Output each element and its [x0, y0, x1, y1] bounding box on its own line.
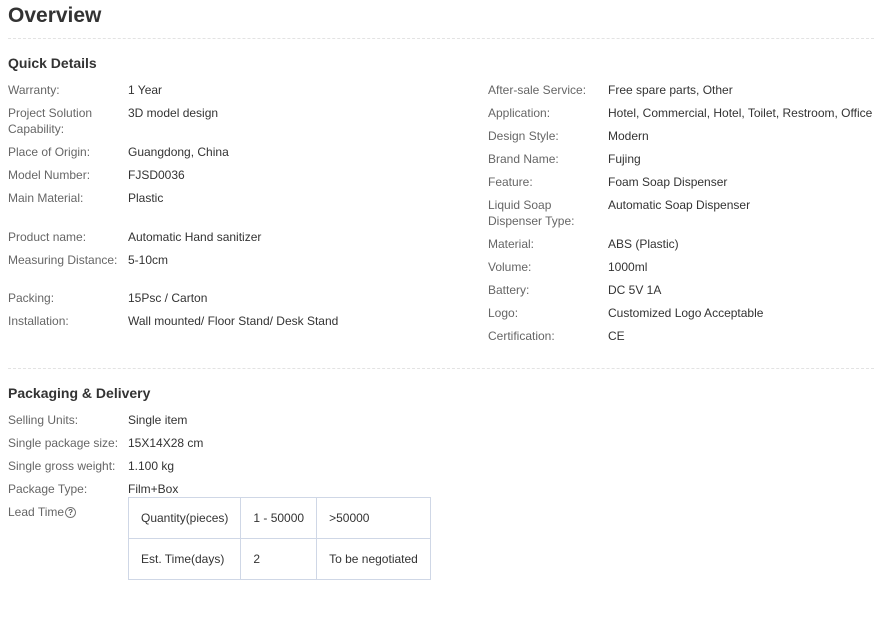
packaging-row-lead-time: Lead Time? Quantity(pieces) 1 - 50000 >5…	[8, 497, 448, 587]
packaging-value: Film+Box	[128, 482, 179, 496]
detail-value: FJSD0036	[128, 168, 185, 182]
detail-label: Project Solution Capability:	[8, 106, 93, 136]
detail-label: After-sale Service:	[488, 83, 587, 97]
detail-value: 3D model design	[128, 106, 219, 120]
detail-row-certification: Certification: CE	[488, 328, 876, 351]
packaging-row-gross-weight: Single gross weight: 1.100 kg	[8, 458, 448, 481]
detail-label: Packing:	[8, 291, 55, 305]
page-title: Overview	[8, 4, 102, 27]
table-cell: Est. Time(days)	[127, 538, 242, 580]
detail-label: Installation:	[8, 314, 69, 328]
quick-details-right-column: After-sale Service: Free spare parts, Ot…	[488, 82, 876, 351]
detail-label: Design Style:	[488, 129, 559, 143]
detail-label: Main Material:	[8, 191, 84, 205]
detail-row-application: Application: Hotel, Commercial, Hotel, T…	[488, 105, 876, 128]
packaging-title: Packaging & Delivery	[8, 385, 151, 401]
packaging-value: 15X14X28 cm	[128, 436, 204, 450]
table-cell: >50000	[316, 497, 431, 539]
table-cell: 1 - 50000	[240, 497, 318, 539]
detail-value: Foam Soap Dispenser	[608, 175, 728, 189]
packaging-value: 1.100 kg	[128, 459, 175, 473]
table-row: Est. Time(days) 2 To be negotiated	[127, 538, 431, 580]
packaging-label: Single gross weight:	[8, 459, 116, 473]
table-row: Quantity(pieces) 1 - 50000 >50000	[127, 497, 431, 539]
detail-value: 5-10cm	[128, 253, 169, 267]
detail-value: Guangdong, China	[128, 145, 229, 159]
detail-value: 1000ml	[608, 260, 648, 274]
detail-label: Material:	[488, 237, 535, 251]
lead-time-label: Lead Time	[8, 505, 65, 519]
detail-value: Wall mounted/ Floor Stand/ Desk Stand	[128, 314, 339, 328]
detail-value: DC 5V 1A	[608, 283, 662, 297]
detail-row-main-material: Main Material: Plastic	[8, 190, 398, 229]
detail-value: Free spare parts, Other	[608, 83, 733, 97]
question-circle-icon[interactable]: ?	[65, 507, 77, 519]
detail-value: CE	[608, 329, 625, 343]
detail-row-project-solution: Project Solution Capability: 3D model de…	[8, 105, 398, 144]
table-cell: To be negotiated	[316, 538, 431, 580]
detail-row-material: Material: ABS (Plastic)	[488, 236, 876, 259]
detail-row-liquid-soap-type: Liquid Soap Dispenser Type: Automatic So…	[488, 197, 876, 236]
detail-label: Application:	[488, 106, 551, 120]
detail-label: Place of Origin:	[8, 145, 91, 159]
detail-row-battery: Battery: DC 5V 1A	[488, 282, 876, 305]
packaging-value: Single item	[128, 413, 188, 427]
detail-value: Automatic Hand sanitizer	[128, 230, 262, 244]
packaging-column: Selling Units: Single item Single packag…	[8, 412, 448, 587]
detail-label: Product name:	[8, 230, 87, 244]
detail-value: Automatic Soap Dispenser	[608, 198, 751, 212]
packaging-label: Single package size:	[8, 436, 119, 450]
detail-label: Measuring Distance:	[8, 253, 118, 267]
detail-label: Volume:	[488, 260, 532, 274]
detail-row-feature: Feature: Foam Soap Dispenser	[488, 174, 876, 197]
detail-row-volume: Volume: 1000ml	[488, 259, 876, 282]
detail-value: 15Psc / Carton	[128, 291, 208, 305]
quick-details-title: Quick Details	[8, 55, 97, 71]
packaging-label: Package Type:	[8, 482, 88, 496]
detail-label: Logo:	[488, 306, 519, 320]
quick-details-left-column: Warranty: 1 Year Project Solution Capabi…	[8, 82, 398, 336]
detail-row-logo: Logo: Customized Logo Acceptable	[488, 305, 876, 328]
lead-time-table-wrapper: Quantity(pieces) 1 - 50000 >50000 Est. T…	[127, 497, 448, 580]
detail-row-installation: Installation: Wall mounted/ Floor Stand/…	[8, 313, 398, 336]
detail-label: Liquid Soap Dispenser Type:	[488, 198, 575, 228]
detail-value: Modern	[608, 129, 649, 143]
lead-time-label-cell: Lead Time?	[8, 504, 128, 580]
detail-row-design-style: Design Style: Modern	[488, 128, 876, 151]
detail-row-brand-name: Brand Name: Fujing	[488, 151, 876, 174]
detail-row-place-of-origin: Place of Origin: Guangdong, China	[8, 144, 398, 167]
packaging-label: Selling Units:	[8, 413, 79, 427]
packaging-row-selling-units: Selling Units: Single item	[8, 412, 448, 435]
detail-row-product-name: Product name: Automatic Hand sanitizer	[8, 229, 398, 252]
detail-row-warranty: Warranty: 1 Year	[8, 82, 398, 105]
detail-value: ABS (Plastic)	[608, 237, 679, 251]
detail-row-after-sale: After-sale Service: Free spare parts, Ot…	[488, 82, 876, 105]
table-cell: Quantity(pieces)	[127, 497, 242, 539]
detail-label: Battery:	[488, 283, 530, 297]
detail-value: Customized Logo Acceptable	[608, 306, 764, 320]
detail-value: 1 Year	[128, 83, 163, 97]
title-divider	[8, 38, 874, 39]
detail-row-model-number: Model Number: FJSD0036	[8, 167, 398, 190]
detail-label: Brand Name:	[488, 152, 559, 166]
detail-row-packing: Packing: 15Psc / Carton	[8, 290, 398, 313]
detail-label: Model Number:	[8, 168, 91, 182]
lead-time-table: Quantity(pieces) 1 - 50000 >50000 Est. T…	[127, 497, 431, 580]
detail-label: Feature:	[488, 175, 533, 189]
table-cell: 2	[240, 538, 318, 580]
detail-value: Plastic	[128, 191, 164, 205]
detail-label: Warranty:	[8, 83, 60, 97]
packaging-row-package-size: Single package size: 15X14X28 cm	[8, 435, 448, 458]
detail-value: Hotel, Commercial, Hotel, Toilet, Restro…	[608, 106, 873, 120]
detail-label: Certification:	[488, 329, 555, 343]
detail-value: Fujing	[608, 152, 641, 166]
detail-row-measuring-distance: Measuring Distance: 5-10cm	[8, 252, 398, 290]
section-divider	[8, 368, 874, 369]
